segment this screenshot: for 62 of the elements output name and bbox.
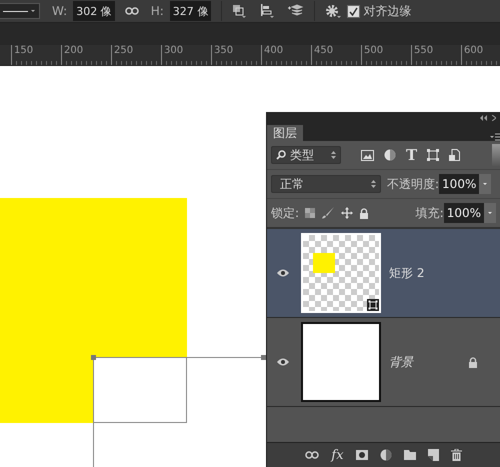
shape-layer-icon [367,299,379,311]
layer-mask-icon[interactable] [356,450,368,460]
ruler-label: 150 [14,45,34,56]
ruler-label: 500 [364,45,384,56]
path-alignment-icon[interactable] [260,4,274,18]
ruler-label: 350 [214,45,234,56]
panel-menu-icon[interactable] [490,133,500,141]
link-layers-icon[interactable] [305,451,320,459]
stepper-icon [371,180,376,188]
folder-icon[interactable] [404,450,416,460]
ruler-label: 550 [414,45,434,56]
ruler-label: 400 [264,45,284,56]
layer-name[interactable]: 背景 [389,354,468,370]
fill-field[interactable]: 100% [444,203,484,223]
dropdown-arrow-icon[interactable] [482,182,488,186]
opacity-label: 不透明度: [387,176,440,192]
ruler-label: 250 [114,45,134,56]
new-layer-icon[interactable] [428,449,439,461]
blend-mode-dropdown[interactable]: 正常 [271,175,381,193]
search-icon [276,150,286,160]
adjustment-layer-icon[interactable] [380,449,392,461]
ruler-label: 450 [314,45,334,56]
width-label: W: [52,4,68,18]
layers-tab[interactable]: 图层 [267,125,303,141]
shape-filter-icon[interactable] [427,149,440,161]
ruler-label: 600 [464,45,484,56]
eye-icon[interactable] [277,358,289,366]
thumbnail-shape [313,253,335,273]
smart-object-filter-icon[interactable] [449,149,460,161]
path-operations-icon[interactable] [232,4,246,18]
ruler-label: 300 [164,45,184,56]
ruler-label: 200 [64,45,84,56]
gear-icon[interactable] [325,4,342,18]
align-edges-checkbox[interactable] [347,4,360,18]
height-field[interactable]: 327 像 [170,1,212,21]
opacity-field[interactable]: 100% [439,174,480,194]
eye-icon[interactable] [277,269,289,277]
stroke-style-dropdown[interactable] [0,3,40,19]
layer-style-button[interactable]: fx [331,448,344,462]
filter-dropdown[interactable]: 类型 [271,146,341,164]
layer-row[interactable]: 矩形 2 [267,229,500,318]
trash-icon[interactable] [450,449,462,461]
caret-icon [31,10,36,12]
stepper-icon [331,151,336,159]
arrange-layers-icon[interactable] [288,4,304,18]
lock-all-icon[interactable] [359,208,370,218]
image-filter-icon[interactable] [361,150,374,160]
width-field[interactable]: 302 像 [73,1,115,21]
fill-label: 填充: [416,204,444,222]
dropdown-arrow-icon[interactable] [488,212,492,214]
lock-label: 锁定: [271,204,300,222]
layer-name[interactable]: 矩形 2 [389,264,500,282]
height-label: H: [150,4,164,18]
lock-transparency-icon[interactable] [305,208,316,218]
type-filter-icon[interactable]: T [406,148,418,162]
adjustment-filter-icon[interactable] [384,149,396,161]
align-edges-label: 对齐边缘 [363,2,412,20]
close-icon[interactable] [492,115,496,121]
filter-toggle[interactable] [492,144,500,166]
collapse-icon[interactable] [480,115,488,121]
move-icon[interactable] [341,207,354,219]
link-icon[interactable] [124,7,139,15]
